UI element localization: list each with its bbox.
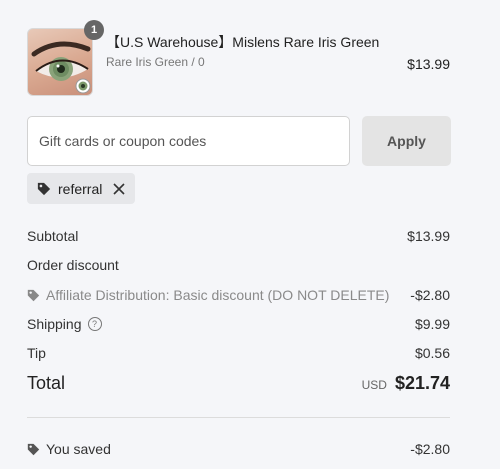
applied-coupon-label: referral	[58, 180, 103, 197]
total-value: $21.74	[394, 373, 450, 393]
tag-icon	[37, 182, 51, 195]
product-price: $13.99	[407, 56, 450, 72]
product-title: 【U.S Warehouse】Mislens Rare Iris Green	[106, 34, 380, 50]
tip-label: Tip	[27, 345, 46, 361]
saved-label: You saved	[46, 441, 111, 457]
order-discount-label: Order discount	[27, 257, 119, 273]
shipping-label: Shipping	[27, 316, 82, 332]
close-icon[interactable]	[113, 182, 125, 195]
saved-value: -$2.80	[410, 441, 450, 457]
total-label: Total	[27, 373, 66, 393]
quantity-badge: 1	[84, 20, 104, 40]
order-discount-row: Order discount	[27, 257, 450, 273]
shipping-row: Shipping ? $9.99	[27, 316, 450, 332]
apply-button[interactable]: Apply	[362, 116, 451, 166]
product-image	[27, 28, 93, 96]
applied-coupon-tag: referral	[27, 173, 136, 204]
help-icon[interactable]: ?	[87, 317, 102, 331]
tip-value: $0.56	[414, 345, 450, 361]
total-row: Total USD $21.74	[27, 373, 450, 394]
divider	[27, 417, 450, 418]
tag-icon	[27, 443, 40, 455]
discount-row: Affiliate Distribution: Basic discount (…	[27, 287, 450, 303]
subtotal-row: Subtotal $13.99	[27, 228, 450, 244]
currency-code: USD	[361, 378, 387, 392]
coupon-input[interactable]	[27, 116, 350, 166]
product-variant: Rare Iris Green / 0	[106, 55, 205, 69]
tip-row: Tip $0.56	[27, 345, 450, 361]
tag-icon	[27, 289, 40, 301]
subtotal-value: $13.99	[407, 228, 450, 244]
subtotal-label: Subtotal	[27, 228, 79, 244]
saved-row: You saved -$2.80	[27, 441, 450, 457]
shipping-value: $9.99	[414, 316, 450, 332]
eye-lens-image	[31, 41, 91, 94]
discount-name: Affiliate Distribution: Basic discount (…	[46, 287, 390, 303]
discount-value: -$2.80	[410, 287, 450, 303]
